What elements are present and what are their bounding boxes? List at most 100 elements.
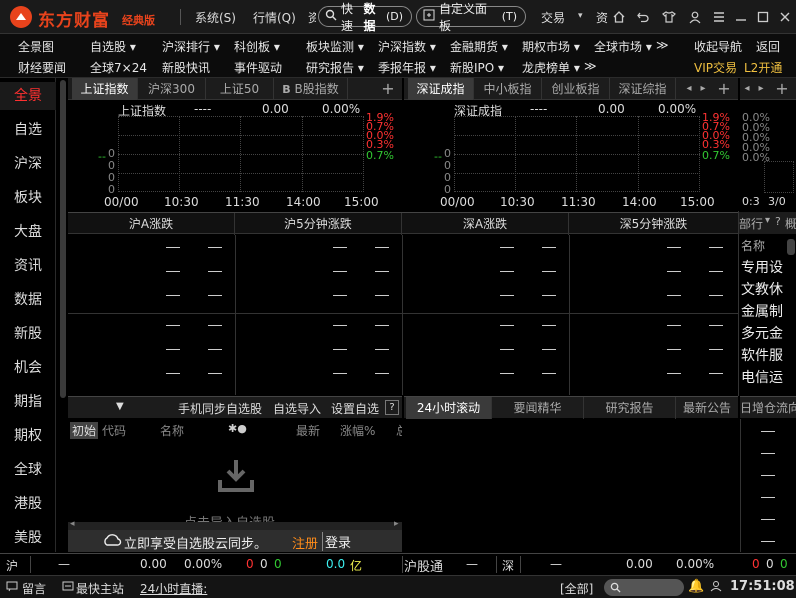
menu-trade[interactable]: 交易 (541, 9, 565, 26)
menu-vip-trade[interactable]: VIP交易 (694, 59, 737, 76)
hgt-label[interactable]: 沪股通 (404, 556, 443, 575)
sz-label[interactable]: 深 (502, 557, 514, 574)
tab-sz-component[interactable]: 深证成指 (408, 78, 474, 100)
nav-scrollbar[interactable] (60, 80, 66, 398)
message-icon[interactable] (6, 580, 18, 595)
login-link[interactable]: 登录 (322, 532, 351, 551)
col-code[interactable]: 代码 (102, 422, 126, 439)
menu-star-market[interactable]: 科创板 ▾ (234, 38, 280, 55)
sector-item[interactable]: 电信运 (741, 367, 791, 389)
add-tab-icon[interactable]: + (710, 78, 738, 100)
menu-quote[interactable]: 行情(Q) (253, 9, 296, 26)
nav-sectors[interactable]: 板块 (0, 184, 56, 212)
menu-info[interactable]: 资 (596, 9, 608, 26)
watchlist-hscroll[interactable]: ◂ ▸ (68, 519, 402, 530)
nav-news[interactable]: 资讯 (0, 252, 56, 280)
fast-server-link[interactable]: 最快主站 (76, 580, 124, 597)
tab-hs300[interactable]: 沪深300 (138, 78, 206, 100)
menu-options[interactable]: 期权市场 ▾ (522, 38, 580, 55)
menu-l2-open[interactable]: L2开通 (744, 59, 782, 76)
menu-panorama[interactable]: 全景图 (18, 38, 54, 55)
download-icon[interactable] (216, 458, 256, 497)
menu-reports[interactable]: 季报年报 ▾ (378, 59, 436, 76)
menu-dragon-tiger[interactable]: 龙虎榜单 ▾ (522, 59, 580, 76)
tab-chinext[interactable]: 创业板指 (542, 78, 610, 100)
bell-icon[interactable]: 🔔 (688, 579, 704, 594)
menu-more-2[interactable]: ≫ (584, 59, 597, 73)
filter-all[interactable]: [全部] (560, 580, 593, 597)
minimize-icon[interactable] (732, 8, 750, 26)
tab-right-icon[interactable]: ▸ (696, 78, 710, 100)
close-icon[interactable] (776, 8, 794, 26)
menu-fin-futures[interactable]: 金融期货 ▾ (450, 38, 508, 55)
menu-new-ipo[interactable]: 新股IPO ▾ (450, 59, 504, 76)
user-icon[interactable] (710, 580, 722, 595)
tab-announcements[interactable]: 最新公告 (676, 397, 738, 419)
register-link[interactable]: 注册 (292, 533, 318, 552)
menu-back[interactable]: 返回 (756, 38, 780, 55)
trade-arrow-icon[interactable]: ▾ (578, 11, 583, 21)
menu-collapse-nav[interactable]: 收起导航 (694, 38, 742, 55)
nav-index-futures[interactable]: 期指 (0, 388, 56, 416)
nav-hs[interactable]: 沪深 (0, 150, 56, 178)
tab-left-icon[interactable]: ◂ (682, 78, 696, 100)
nav-opportunity[interactable]: 机会 (0, 354, 56, 382)
col-change-pct[interactable]: 涨幅% (340, 422, 375, 439)
sector-item[interactable]: 文教休 (741, 279, 791, 301)
maximize-icon[interactable] (754, 8, 772, 26)
nav-us[interactable]: 美股 (0, 524, 56, 552)
phone-sync-button[interactable]: 手机同步自选股 (178, 400, 262, 417)
col-flag[interactable]: ✱● (228, 422, 247, 435)
user-icon[interactable] (686, 8, 704, 26)
menu-event-driven[interactable]: 事件驱动 (234, 59, 282, 76)
add-tab-icon[interactable]: + (374, 78, 402, 100)
col-initial[interactable]: 初始 (70, 422, 99, 439)
help-icon[interactable]: ? (385, 400, 399, 415)
tab-flow[interactable]: 日增仓流向 (740, 397, 796, 418)
tab-left-icon[interactable]: ◂ (740, 78, 754, 100)
dropdown-icon[interactable]: ▾ (765, 215, 770, 226)
home-icon[interactable] (610, 8, 628, 26)
search-input[interactable] (604, 579, 684, 596)
tab-sz-composite[interactable]: 深证综指 (610, 78, 676, 100)
menu-global-724[interactable]: 全球7×24 (90, 59, 147, 76)
sector-item[interactable]: 专用设 (741, 257, 791, 279)
tab-b-index[interactable]: B B股指数 (274, 78, 348, 100)
settings-button[interactable]: 设置自选 (331, 400, 379, 417)
nav-data[interactable]: 数据 (0, 286, 56, 314)
nav-new-stock[interactable]: 新股 (0, 320, 56, 348)
menu-watchlist[interactable]: 自选股 ▾ (90, 38, 136, 55)
menu-system[interactable]: 系统(S) (195, 9, 236, 26)
tab-24h[interactable]: 24小时滚动 (406, 397, 492, 419)
sector-tab-2[interactable]: 概 (785, 215, 796, 232)
nav-panorama[interactable]: 全景 (0, 82, 56, 110)
sector-item[interactable]: 多元金 (741, 323, 791, 345)
nav-watchlist[interactable]: 自选 (0, 116, 56, 144)
tab-research[interactable]: 研究报告 (584, 397, 676, 419)
menu-icon[interactable] (710, 8, 728, 26)
menu-ipo-news[interactable]: 新股快讯 (162, 59, 210, 76)
sector-tab[interactable]: 部行 (739, 215, 763, 232)
menu-sector-monitor[interactable]: 板块监测 ▾ (306, 38, 364, 55)
tab-sz50[interactable]: 上证50 (206, 78, 274, 100)
dropdown-icon[interactable]: ▼ (116, 401, 124, 412)
menu-more-1[interactable]: ≫ (656, 38, 669, 52)
menu-global[interactable]: 全球市场 ▾ (594, 38, 652, 55)
tab-headlines[interactable]: 要闻精华 (492, 397, 584, 419)
server-icon[interactable] (62, 580, 74, 595)
col-total[interactable]: 总 (396, 422, 402, 439)
nav-global[interactable]: 全球 (0, 456, 56, 484)
help-icon[interactable]: ? (775, 215, 781, 228)
menu-research[interactable]: 研究报告 ▾ (306, 59, 364, 76)
menu-hs-index[interactable]: 沪深指数 ▾ (378, 38, 436, 55)
sector-item[interactable]: 金属制 (741, 301, 791, 323)
tab-right-icon[interactable]: ▸ (754, 78, 768, 100)
nav-market[interactable]: 大盘 (0, 218, 56, 246)
sector-scrollbar[interactable] (787, 239, 795, 255)
menu-hidden-item[interactable]: 资 (308, 9, 316, 26)
custom-panel-button[interactable]: 自定义面板 (T) (416, 2, 526, 33)
back-icon[interactable] (634, 8, 652, 26)
tab-sh-composite[interactable]: 上证指数 (72, 78, 138, 100)
import-button[interactable]: 自选导入 (273, 400, 321, 417)
col-latest[interactable]: 最新 (296, 422, 320, 439)
